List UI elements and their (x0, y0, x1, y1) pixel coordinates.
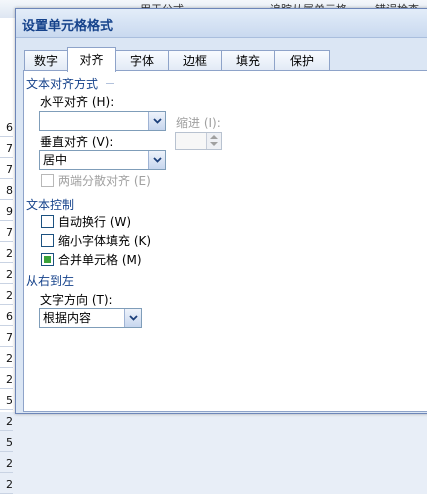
vertical-alignment-value: 居中 (43, 153, 68, 167)
section-text-control: 文本控制 (26, 196, 126, 213)
text-direction-dropdown-button[interactable] (124, 309, 141, 327)
indent-label: 缩进 (I): (176, 116, 221, 130)
indent-spinner[interactable] (175, 132, 222, 150)
justify-distributed-checkbox[interactable] (41, 174, 54, 187)
spreadsheet-cell[interactable]: 2 (0, 477, 13, 494)
tab-fill[interactable]: 填充 (221, 50, 275, 71)
text-direction-label: 文字方向 (T): (40, 293, 113, 307)
tab-font[interactable]: 字体 (115, 50, 169, 71)
format-cells-dialog: 设置单元格格式 数字 对齐 字体 边框 填充 保护 文本对齐方式 水平对齐 (H… (15, 8, 427, 414)
spreadsheet-cell[interactable]: 2 (0, 267, 13, 284)
dialog-title: 设置单元格格式 (22, 19, 114, 34)
section-title-right-to-left: 从右到左 (26, 274, 75, 288)
spreadsheet-cell[interactable]: 6 (0, 309, 13, 326)
spreadsheet-cell[interactable]: 2 (0, 351, 13, 368)
indent-spin-buttons[interactable] (206, 133, 221, 149)
spreadsheet-cell[interactable]: 7 (0, 330, 13, 347)
wrap-text-label[interactable]: 自动换行 (W) (58, 213, 131, 230)
wrap-text-checkbox[interactable] (41, 215, 54, 228)
dialog-title-bar[interactable]: 设置单元格格式 (16, 9, 427, 38)
alignment-panel: 文本对齐方式 水平对齐 (H): 缩进 (I): 垂直对齐 (V): 居中 两端… (23, 70, 427, 412)
spreadsheet-cell[interactable]: 7 (0, 225, 13, 242)
spin-down-icon[interactable] (210, 142, 218, 146)
vertical-alignment-label: 垂直对齐 (V): (40, 135, 114, 149)
section-title-text-alignment: 文本对齐方式 (26, 77, 99, 91)
spreadsheet-cell[interactable]: 8 (0, 183, 13, 200)
spreadsheet-cell[interactable]: 7 (0, 162, 13, 179)
horizontal-alignment-label: 水平对齐 (H): (40, 95, 115, 109)
section-text-alignment: 文本对齐方式 (26, 75, 126, 92)
spreadsheet-cell[interactable]: 2 (0, 414, 13, 431)
horizontal-alignment-select[interactable] (39, 111, 166, 131)
tab-border[interactable]: 边框 (168, 50, 222, 71)
tab-number[interactable]: 数字 (24, 50, 68, 71)
text-direction-value: 根据内容 (43, 311, 92, 325)
text-direction-select[interactable]: 根据内容 (39, 308, 142, 328)
section-title-text-control: 文本控制 (26, 198, 75, 212)
vertical-dropdown-button[interactable] (148, 151, 165, 169)
merge-cells-label[interactable]: 合并单元格 (M) (58, 251, 142, 268)
justify-distributed-label: 两端分散对齐 (E) (58, 174, 151, 188)
spreadsheet-cell[interactable]: 2 (0, 246, 13, 263)
spreadsheet-cell[interactable]: 2 (0, 288, 13, 305)
spreadsheet-cell[interactable]: 2 (0, 456, 13, 473)
spreadsheet-cell[interactable]: 2 (0, 372, 13, 389)
horizontal-dropdown-button[interactable] (148, 112, 165, 130)
merge-cells-checkbox[interactable] (41, 253, 54, 266)
spreadsheet-cell[interactable]: 6 (0, 120, 13, 137)
vertical-alignment-select[interactable]: 居中 (39, 150, 166, 170)
spreadsheet-cell[interactable]: 5 (0, 435, 13, 452)
spreadsheet-cell[interactable]: 5 (0, 393, 13, 410)
section-right-to-left: 从右到左 (26, 272, 126, 289)
spreadsheet-cell[interactable]: 7 (0, 141, 13, 158)
chevron-down-icon (152, 157, 162, 163)
spin-up-icon[interactable] (210, 135, 218, 139)
chevron-down-icon (128, 315, 138, 321)
section-divider (106, 83, 114, 84)
chevron-down-icon (152, 118, 162, 124)
spreadsheet-cell[interactable]: 9 (0, 204, 13, 221)
tab-protection[interactable]: 保护 (274, 50, 330, 71)
tab-alignment[interactable]: 对齐 (67, 47, 116, 72)
shrink-to-fit-checkbox[interactable] (41, 234, 54, 247)
shrink-to-fit-label[interactable]: 缩小字体填充 (K) (58, 232, 151, 249)
